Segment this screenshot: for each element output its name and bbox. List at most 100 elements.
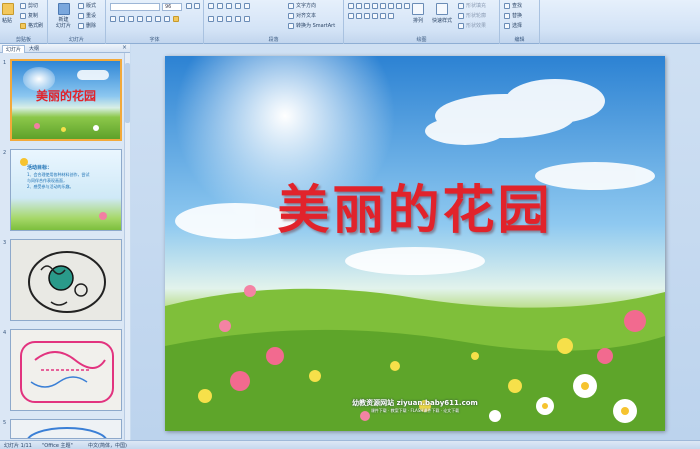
effects-icon	[458, 22, 464, 29]
drawing-group: 排列 快速样式 形状填充 形状轮廓 形状效果 绘图	[344, 0, 500, 44]
slide-number: 5	[3, 420, 7, 426]
slide-counter: 幻灯片 1/11	[4, 443, 32, 449]
underline-icon[interactable]	[128, 16, 134, 22]
slide-thumbnail-2[interactable]: 活动目标： 1、会合理使用各种材料创作，尝试 与同伴合作表现画面， 2、感受参与…	[10, 149, 122, 231]
slide-number: 1	[3, 60, 7, 66]
shrink-font-icon	[194, 3, 200, 9]
watermark-text: 幼教资源网站 ziyuan.baby611.com	[352, 399, 478, 407]
editing-group: 查找 替换 选择 编辑	[500, 0, 540, 44]
align-buttons	[208, 16, 250, 22]
change-case-icon[interactable]	[164, 16, 170, 22]
connector-shape-icon	[372, 13, 378, 19]
delete-button[interactable]: 删除	[78, 22, 96, 29]
slide-thumbnail-3[interactable]	[10, 239, 122, 321]
copy-button[interactable]: 复制	[20, 12, 38, 19]
justify-icon[interactable]	[235, 16, 241, 22]
brace-shape-icon	[396, 3, 402, 9]
shapes-gallery[interactable]	[348, 3, 410, 9]
shape-fill-button[interactable]: 形状填充	[458, 2, 486, 9]
heart-shape-icon	[380, 13, 386, 19]
shape-effects-button[interactable]: 形状效果	[458, 22, 486, 29]
line-spacing-icon[interactable]	[244, 3, 250, 9]
quick-styles-button[interactable]: 快速样式	[432, 3, 452, 24]
slide-number: 2	[3, 150, 7, 156]
paragraph-label: 段落	[268, 37, 279, 43]
columns-icon[interactable]	[244, 16, 250, 22]
curve-shape-icon	[388, 3, 394, 9]
format-painter-button[interactable]: 格式刷	[20, 22, 43, 29]
convert-smartart-button[interactable]: 转换为 SmartArt	[288, 22, 335, 29]
pane-scrollbar[interactable]	[124, 53, 130, 440]
replace-button[interactable]: 替换	[504, 12, 522, 19]
list-buttons	[208, 3, 250, 9]
strikethrough-icon[interactable]	[137, 16, 143, 22]
layout-button[interactable]: 版式	[78, 2, 96, 9]
slide-thumbnail-4[interactable]	[10, 329, 122, 411]
select-button[interactable]: 选择	[504, 22, 522, 29]
bold-icon[interactable]	[110, 16, 116, 22]
new-slide-button[interactable]: 新建 幻灯片	[56, 3, 71, 29]
text-direction-button[interactable]: 文字方向	[288, 2, 316, 9]
italic-icon[interactable]	[119, 16, 125, 22]
grow-font-button[interactable]	[186, 3, 200, 9]
rectangle-shape-icon	[348, 3, 354, 9]
increase-indent-icon[interactable]	[235, 3, 241, 9]
arrow-shape-icon	[364, 3, 370, 9]
align-text-icon	[288, 12, 294, 19]
wave-shape-icon	[388, 13, 394, 19]
numbering-icon[interactable]	[217, 3, 223, 9]
star-shape-icon	[404, 3, 410, 9]
block-arrow-shape-icon	[364, 13, 370, 19]
layout-icon	[78, 2, 84, 9]
tab-slides[interactable]: 幻灯片	[2, 45, 26, 53]
font-color-icon[interactable]	[173, 16, 179, 22]
slide-number: 3	[3, 240, 7, 246]
thumb-heading: 活动目标：	[27, 165, 53, 171]
spacing-icon[interactable]	[155, 16, 161, 22]
delete-icon	[78, 22, 84, 29]
child-drawing-image	[28, 251, 106, 313]
new-slide-icon	[57, 3, 70, 15]
font-name-combo[interactable]	[110, 3, 160, 11]
shadow-icon[interactable]	[146, 16, 152, 22]
binoculars-icon	[504, 2, 510, 9]
drawing-label: 绘图	[416, 37, 427, 43]
reset-button[interactable]: 重设	[78, 12, 96, 19]
theme-name: "Office 主题"	[42, 443, 73, 449]
language-indicator[interactable]: 中文(简体，中国)	[88, 442, 127, 449]
align-center-icon[interactable]	[217, 16, 223, 22]
current-slide[interactable]: 美丽的花园 幼教资源网站 ziyuan.baby611.com 课件下载 · 教…	[165, 56, 665, 431]
align-text-button[interactable]: 对齐文本	[288, 12, 316, 19]
arrange-icon	[412, 3, 424, 15]
line-shape-icon	[356, 3, 362, 9]
paste-icon	[2, 3, 14, 15]
slide-title[interactable]: 美丽的花园	[165, 168, 665, 243]
slide-thumbnail-5[interactable]	[10, 419, 122, 439]
cut-button[interactable]: 剪切	[20, 2, 38, 9]
slides-pane: 幻灯片 大纲 × 1 美丽的花园 2 活动目标： 1、会合理使用各种材料创作，尝…	[0, 44, 130, 440]
grow-font-icon	[186, 3, 192, 9]
shapes-gallery-row2[interactable]	[348, 13, 394, 19]
text-direction-icon	[288, 2, 294, 9]
textbox-shape-icon	[348, 13, 354, 19]
callout-shape-icon	[356, 13, 362, 19]
oval-shape-icon	[372, 3, 378, 9]
find-button[interactable]: 查找	[504, 2, 522, 9]
decrease-indent-icon[interactable]	[226, 3, 232, 9]
slide-editor: 美丽的花园 幼教资源网站 ziyuan.baby611.com 课件下载 · 教…	[131, 44, 700, 440]
bullets-icon[interactable]	[208, 3, 214, 9]
scrollbar-thumb[interactable]	[125, 63, 130, 123]
status-bar: 幻灯片 1/11 "Office 主题" 中文(简体，中国)	[0, 440, 700, 449]
clipboard-label: 剪贴板	[15, 37, 31, 43]
slide-thumbnail-1[interactable]: 美丽的花园	[10, 59, 122, 141]
tab-outline[interactable]: 大纲	[26, 45, 42, 53]
align-right-icon[interactable]	[226, 16, 232, 22]
paste-button[interactable]: 粘贴	[2, 3, 14, 24]
font-size-combo[interactable]: 96	[162, 3, 182, 11]
shape-outline-button[interactable]: 形状轮廓	[458, 12, 486, 19]
arrange-button[interactable]: 排列	[412, 3, 424, 24]
align-left-icon[interactable]	[208, 16, 214, 22]
thumb-line: 2、感受参与活动的乐趣。	[27, 184, 74, 189]
paint-bucket-icon	[458, 2, 464, 9]
close-pane-icon[interactable]: ×	[122, 44, 127, 51]
